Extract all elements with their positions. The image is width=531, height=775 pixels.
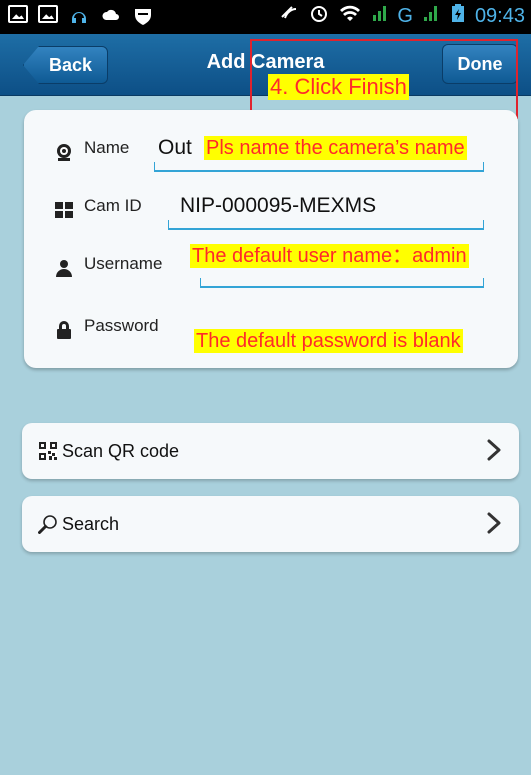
search-label: Search <box>62 514 120 534</box>
cam-id-row: Cam ID NIP-000095-MEXMS <box>24 190 518 230</box>
headset-icon <box>68 5 90 27</box>
cam-id-input-underline <box>168 220 484 230</box>
battery-icon <box>451 3 465 29</box>
signal-strength-icon <box>423 3 441 29</box>
signal-icon <box>371 3 387 29</box>
cam-id-label: Cam ID <box>84 196 142 215</box>
password-label: Password <box>84 316 159 335</box>
annotation-username-hint: The default user name：admin <box>190 244 469 268</box>
wifi-icon <box>339 3 361 29</box>
status-bar: G 09:43 <box>0 0 531 34</box>
search-icon <box>38 515 57 534</box>
name-label: Name <box>84 138 130 157</box>
annotation-password-hint: The default password is blank <box>194 329 463 353</box>
annotation-click-finish: 4. Click Finish <box>268 74 409 100</box>
mute-icon <box>279 3 299 29</box>
shield-icon <box>132 5 154 27</box>
weather-icon <box>100 5 122 27</box>
gallery-icon <box>8 5 28 23</box>
grid-icon <box>55 202 73 218</box>
cam-id-input[interactable]: NIP-000095-MEXMS <box>180 194 376 218</box>
qr-code-icon <box>39 442 57 460</box>
annotation-name-hint: Pls name the camera’s name <box>204 136 467 160</box>
name-input[interactable]: Out <box>158 136 192 160</box>
lock-icon <box>57 321 71 339</box>
alarm-icon <box>309 3 329 29</box>
chevron-right-icon <box>487 439 501 461</box>
username-label: Username <box>84 254 163 273</box>
chevron-right-icon <box>487 512 501 534</box>
clock: 09:43 <box>474 4 525 27</box>
image-icon <box>38 5 58 23</box>
scan-qr-code-label: Scan QR code <box>62 441 180 461</box>
network-type: G <box>397 4 413 27</box>
user-icon <box>56 260 72 277</box>
username-input-underline <box>200 278 484 288</box>
scan-qr-code-item[interactable]: Scan QR code <box>22 423 519 479</box>
webcam-icon <box>57 144 71 161</box>
search-item[interactable]: Search <box>22 496 519 552</box>
name-input-underline <box>154 162 484 172</box>
